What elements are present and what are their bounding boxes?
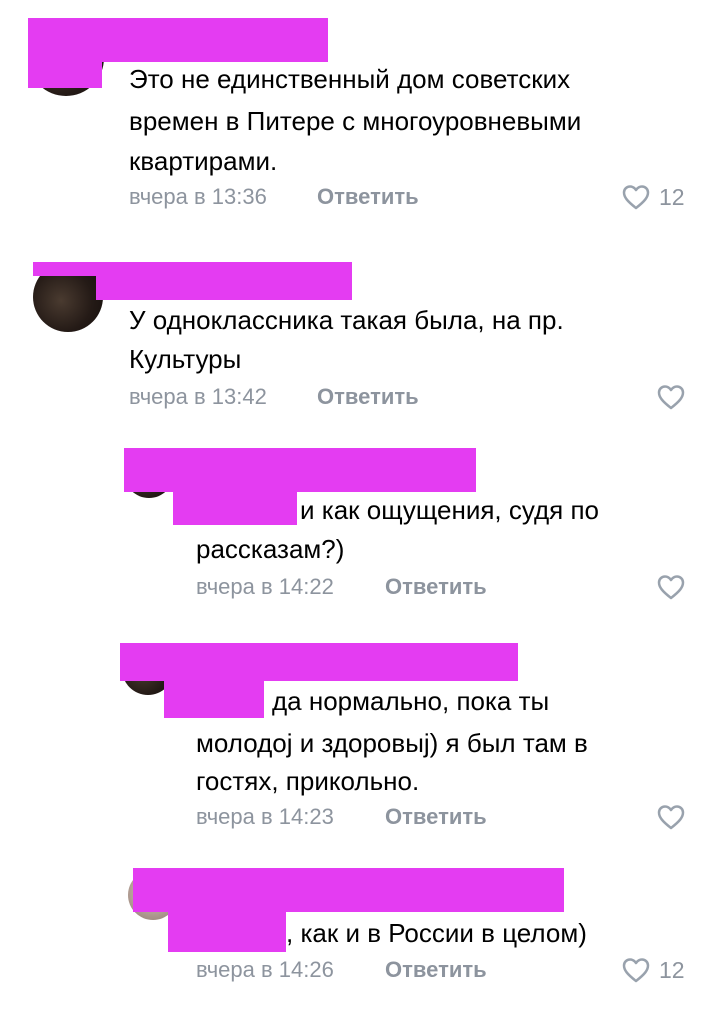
mention-redacted [164,680,264,718]
mention-redacted [173,491,297,525]
reply-button[interactable]: Ответить [317,383,419,411]
reply-button[interactable]: Ответить [317,183,419,211]
comment-timestamp: вчера в 14:23 [196,804,334,829]
comment-timestamp: вчера в 14:22 [196,574,334,599]
author-name-redacted [28,18,328,62]
comment-text-line: рассказам?) [196,534,345,564]
comment-timestamp: вчера в 13:42 [129,384,267,409]
like-button[interactable] [656,383,694,411]
reply-button[interactable]: Ответить [385,956,487,984]
comment-text-line: квартирами. [129,146,278,176]
like-count: 12 [659,957,685,983]
reply-button[interactable]: Ответить [385,803,487,831]
heart-outline-icon [621,183,651,211]
heart-outline-icon [656,573,686,601]
comment-text-line: Культуры [129,344,242,374]
like-button[interactable]: 12 [621,956,685,984]
like-count: 12 [659,184,685,210]
author-name-redacted [96,262,352,300]
comment-text-line: да нормально, пока ты [272,686,550,716]
author-name-redacted [124,448,476,492]
like-button[interactable] [656,803,694,831]
reply-button[interactable]: Ответить [385,573,487,601]
comment-text-line: У одноклассника такая была, на пр. [129,305,564,335]
comment-text-line: , как и в России в целом) [286,918,587,948]
author-name-redacted [120,643,518,681]
author-name-redacted [28,60,102,88]
comment-text-line: и как ощущения, судя по [300,495,600,525]
author-name-redacted [133,868,564,912]
like-button[interactable] [656,573,694,601]
heart-outline-icon [656,803,686,831]
mention-redacted [168,910,286,952]
heart-outline-icon [656,383,686,411]
comment-text-line: времен в Питере с многоуровневыми [129,106,582,136]
comment-timestamp: вчера в 14:26 [196,957,334,982]
like-button[interactable]: 12 [621,183,685,211]
comment-timestamp: вчера в 13:36 [129,184,267,209]
heart-outline-icon [621,956,651,984]
comment-text-line: Это не единственный дом советских [129,64,571,94]
comment-text-line: гостях, прикольно. [196,766,420,796]
comment-text-line: молодој и здоровыј) я был там в [196,728,588,758]
author-name-redacted [33,262,97,276]
